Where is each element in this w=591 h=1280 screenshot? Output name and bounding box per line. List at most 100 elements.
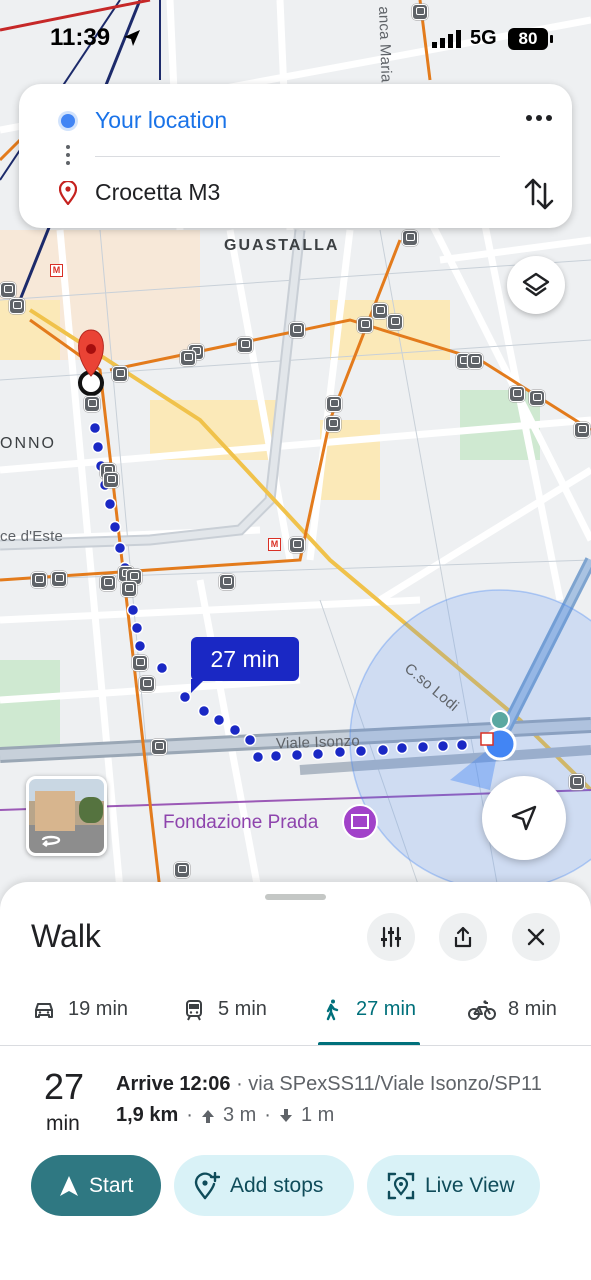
street-label-left: ce d'Este — [0, 528, 64, 545]
tram-stop-icon[interactable] — [237, 337, 253, 353]
route-descent: 1 m — [300, 1104, 335, 1126]
origin-field[interactable]: Your location — [95, 107, 227, 134]
navigation-icon — [60, 1175, 78, 1196]
tram-stop-icon[interactable] — [174, 862, 190, 878]
distance-summary: 1,9 km · 3 m · 1 m — [116, 1104, 334, 1127]
separator: · — [186, 1104, 193, 1126]
live-view-icon — [387, 1172, 415, 1199]
tram-stop-icon[interactable] — [372, 303, 388, 319]
tram-stop-icon[interactable] — [289, 322, 305, 338]
tram-stop-icon[interactable] — [529, 390, 545, 406]
start-button[interactable]: Start — [31, 1155, 161, 1216]
tram-stop-icon[interactable] — [112, 366, 128, 382]
tram-stop-icon[interactable] — [9, 298, 25, 314]
tab-transit[interactable]: 5 min — [182, 990, 267, 1046]
tab-transit-label: 5 min — [218, 998, 267, 1020]
metro-station-icon[interactable]: M — [268, 538, 281, 551]
tram-stop-icon[interactable] — [100, 575, 116, 591]
separator: · — [264, 1104, 271, 1126]
route-time-bubble[interactable]: 27 min — [191, 637, 299, 693]
arrival-time: Arrive 12:06 — [116, 1073, 231, 1095]
route-connector-dots — [66, 145, 70, 169]
sheet-drag-handle[interactable] — [265, 894, 326, 900]
recenter-location-button[interactable] — [482, 776, 566, 860]
route-duration-unit: min — [46, 1112, 80, 1135]
tram-stop-icon[interactable] — [467, 353, 483, 369]
map-view[interactable]: M M anca Maria GUASTALLA ONNO ce d'Este … — [0, 0, 591, 910]
tram-stop-icon[interactable] — [219, 574, 235, 590]
signal-icon — [432, 30, 461, 48]
card-divider — [95, 156, 500, 157]
add-stops-button[interactable]: Add stops — [174, 1155, 354, 1216]
tram-stop-icon[interactable] — [509, 386, 525, 402]
tram-stop-icon[interactable] — [357, 317, 373, 333]
tab-walk[interactable]: 27 min — [320, 990, 416, 1046]
route-ascent: 3 m — [222, 1104, 257, 1126]
arrival-summary: Arrive 12:06 · via SPexSS11/Viale Isonzo… — [116, 1073, 542, 1096]
tram-stop-icon[interactable] — [51, 571, 67, 587]
tram-stop-icon[interactable] — [103, 472, 119, 488]
tram-stop-icon[interactable] — [574, 422, 590, 438]
swap-vertical-icon — [524, 178, 554, 210]
destination-field[interactable]: Crocetta M3 — [95, 179, 220, 206]
tune-icon — [381, 926, 401, 948]
travel-mode-tabs: 19 min 5 min 27 min 8 min — [0, 990, 591, 1046]
tram-stop-icon[interactable] — [139, 676, 155, 692]
tabs-divider — [0, 1045, 591, 1046]
share-icon — [454, 926, 472, 948]
tram-stop-icon[interactable] — [289, 537, 305, 553]
street-label-viale-isonzo: Viale Isonzo — [275, 732, 361, 753]
more-horizontal-icon — [526, 115, 552, 121]
share-button[interactable] — [439, 913, 487, 961]
tram-stop-icon[interactable] — [151, 739, 167, 755]
tab-bike-label: 8 min — [508, 998, 557, 1020]
route-search-card: Your location Crocetta M3 — [19, 84, 572, 228]
tram-stop-icon[interactable] — [180, 350, 196, 366]
map-layers-button[interactable] — [507, 256, 565, 314]
location-arrow-icon — [124, 30, 140, 46]
route-options-button[interactable] — [367, 913, 415, 961]
descent-arrow-icon — [279, 1108, 292, 1122]
tram-stop-icon[interactable] — [402, 230, 418, 246]
live-view-button[interactable]: Live View — [367, 1155, 540, 1216]
route-distance: 1,9 km — [116, 1104, 179, 1126]
tram-stop-icon[interactable] — [132, 655, 148, 671]
tram-stop-icon[interactable] — [121, 581, 137, 597]
tram-icon — [186, 1000, 202, 1021]
ascent-arrow-icon — [201, 1109, 214, 1123]
metro-station-icon[interactable]: M — [50, 264, 63, 277]
tram-stop-icon[interactable] — [31, 572, 47, 588]
tram-stop-icon[interactable] — [84, 396, 100, 412]
start-button-label: Start — [89, 1173, 134, 1197]
tram-stop-icon[interactable] — [326, 396, 342, 412]
tram-stop-icon[interactable] — [387, 314, 403, 330]
navigation-arrow-icon — [511, 805, 537, 831]
close-button[interactable] — [512, 913, 560, 961]
destination-pin-icon — [59, 181, 77, 205]
poi-label-fondazione-prada[interactable]: Fondazione Prada — [163, 812, 318, 834]
route-via: · via SPexSS11/Viale Isonzo/SP11 — [230, 1073, 542, 1095]
more-options-button[interactable] — [519, 106, 559, 136]
tram-stop-icon[interactable] — [569, 774, 585, 790]
add-stops-label: Add stops — [230, 1173, 324, 1197]
tab-drive-label: 19 min — [68, 998, 129, 1020]
tram-stop-icon[interactable] — [325, 416, 341, 432]
close-icon — [527, 928, 545, 946]
layers-icon — [522, 272, 550, 297]
origin-dot-icon — [61, 114, 75, 128]
tab-bike[interactable]: 8 min — [468, 990, 557, 1046]
street-view-thumbnail[interactable] — [26, 776, 107, 856]
sheet-title: Walk — [31, 918, 101, 954]
add-location-icon — [194, 1171, 220, 1199]
tram-stop-icon[interactable] — [0, 282, 16, 298]
tab-drive[interactable]: 19 min — [32, 990, 128, 1046]
status-bar: 11:39 5G 80 — [0, 0, 591, 78]
car-icon — [35, 1003, 53, 1018]
rotate-360-icon — [41, 835, 61, 847]
bike-icon — [468, 1000, 496, 1020]
network-type: 5G — [470, 27, 497, 49]
live-view-label: Live View — [425, 1173, 515, 1197]
swap-route-button[interactable] — [521, 174, 557, 214]
directions-sheet: Walk 19 min 5 min 27 min 8 min 27 min Ar… — [0, 882, 591, 1280]
area-label: ONNO — [0, 435, 56, 452]
